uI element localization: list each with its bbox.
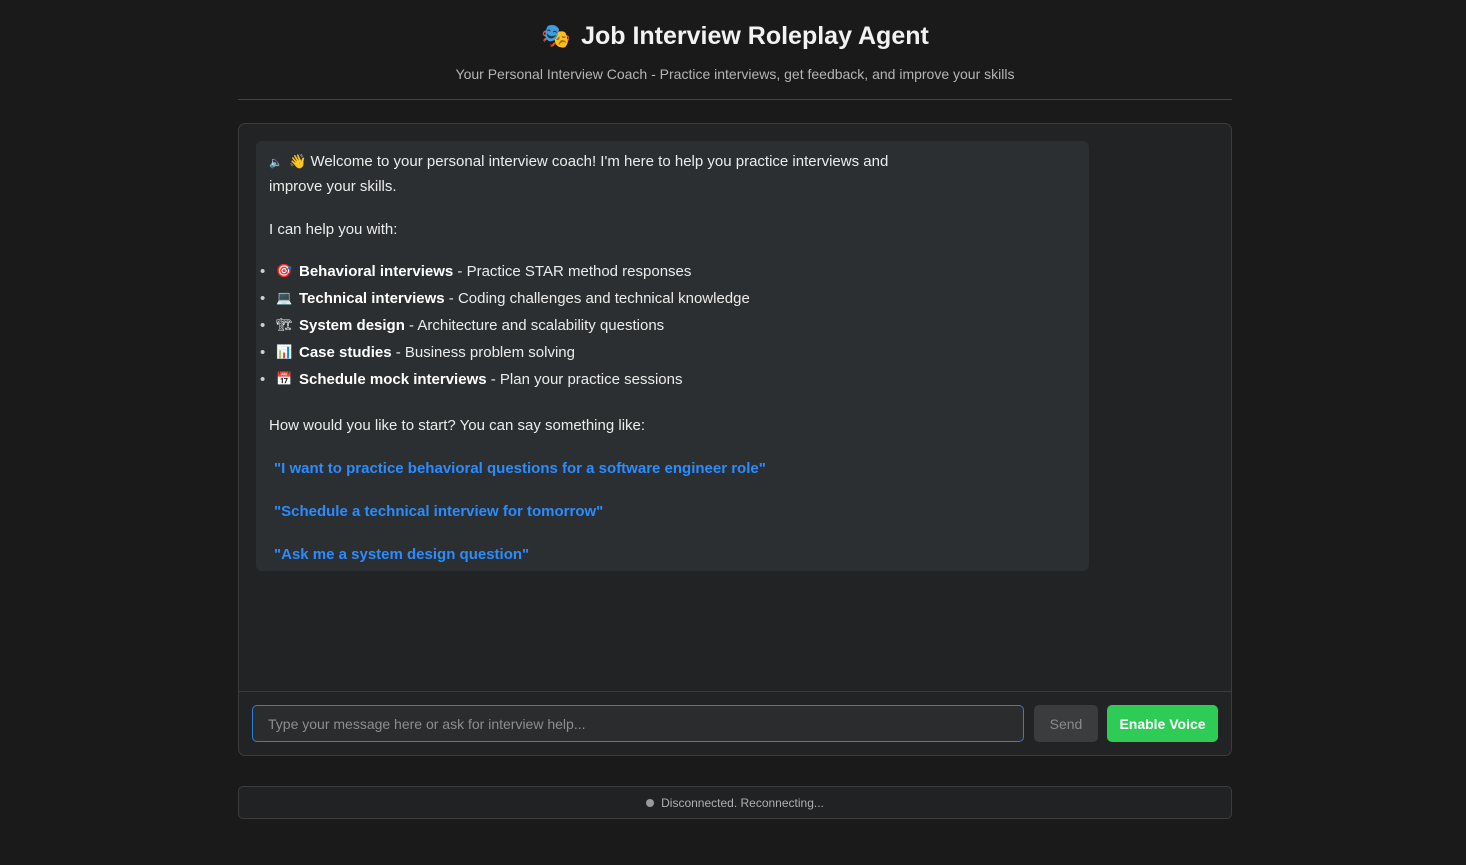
feature-name: Schedule mock interviews [299, 371, 487, 388]
calendar-icon: 📅 [276, 372, 293, 387]
page-subtitle: Your Personal Interview Coach - Practice… [455, 66, 1015, 82]
example-prompts: "I want to practice behavioral questions… [269, 457, 1076, 586]
status-dot-icon [646, 798, 655, 807]
bar-chart-icon: 📊 [276, 345, 293, 360]
feature-name: Case studies [299, 344, 392, 361]
feature-name: Behavioral interviews [299, 263, 454, 280]
title-row: 🎭 Job Interview Roleplay Agent [238, 20, 1232, 52]
example-prompt-behavioral[interactable]: "I want to practice behavioral questions… [269, 457, 1076, 500]
message-input[interactable] [252, 705, 1024, 742]
speaker-icon[interactable]: 🔈 [269, 151, 289, 175]
feature-desc: - Practice STAR method responses [453, 263, 692, 280]
input-bar: Send Enable Voice [239, 691, 1231, 755]
chat-panel: 🔈 👋 Welcome to your personal interview coa… [238, 123, 1232, 756]
example-prompt-system-design[interactable]: "Ask me a system design question" [269, 543, 1076, 586]
waving-hand-icon: 👋 [289, 154, 307, 170]
send-button[interactable]: Send [1034, 705, 1098, 742]
feature-desc: - Business problem solving [391, 344, 575, 361]
feature-name: System design [299, 317, 405, 334]
list-item: 🏗 System design - Architecture and scalab… [260, 314, 1076, 341]
enable-voice-button[interactable]: Enable Voice [1107, 705, 1218, 742]
help-heading: I can help you with: [269, 221, 398, 238]
list-item: 💻 Technical interviews - Coding challenge… [260, 287, 1076, 314]
app-page: 🎭 Job Interview Roleplay Agent Your Pers… [0, 0, 1466, 865]
intro-line: 🔈 👋 Welcome to your personal interview coa… [269, 150, 929, 199]
theater-masks-icon: 🎭 [541, 22, 572, 50]
list-item: 🎯 Behavioral interviews - Practice STAR m… [260, 260, 1076, 287]
header: 🎭 Job Interview Roleplay Agent Your Pers… [238, 0, 1232, 100]
target-icon: 🎯 [276, 264, 293, 279]
connection-status: Disconnected. Reconnecting... [238, 786, 1232, 819]
feature-desc: - Coding challenges and technical knowle… [444, 290, 750, 307]
message-list[interactable]: 🔈 👋 Welcome to your personal interview coa… [239, 124, 1231, 691]
list-item: 📊 Case studies - Business problem solving [260, 341, 1076, 368]
building-construction-icon: 🏗 [276, 318, 293, 333]
example-prompt-schedule[interactable]: "Schedule a technical interview for tomo… [269, 500, 1076, 543]
feature-name: Technical interviews [299, 290, 445, 307]
feature-list: 🎯 Behavioral interviews - Practice STAR m… [260, 260, 1076, 395]
feature-desc: - Plan your practice sessions [486, 371, 683, 388]
assistant-message: 🔈 👋 Welcome to your personal interview coa… [256, 141, 1089, 571]
list-item: 📅 Schedule mock interviews - Plan your pr… [260, 368, 1076, 395]
status-text: Disconnected. Reconnecting... [661, 795, 824, 810]
feature-desc: - Architecture and scalability questions [404, 317, 665, 334]
laptop-icon: 💻 [276, 291, 293, 306]
start-prompt: How would you like to start? You can say… [269, 417, 646, 434]
page-title: Job Interview Roleplay Agent [581, 22, 929, 50]
intro-text: Welcome to your personal interview coach… [269, 153, 889, 195]
